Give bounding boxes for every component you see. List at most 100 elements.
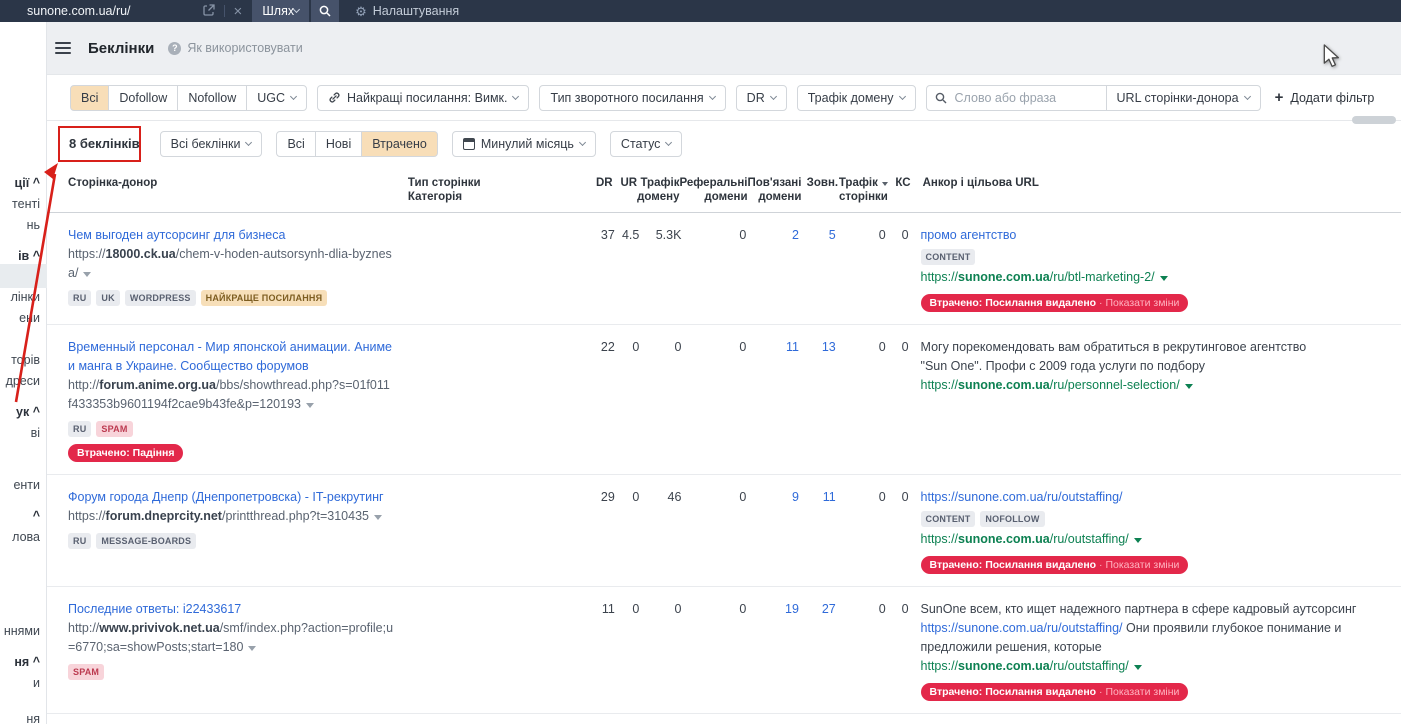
sidebar-item[interactable]: ени [19,311,40,325]
ext-value[interactable]: 11 [799,488,836,507]
sidebar-item[interactable]: лова [12,530,40,544]
donor-url-scope-button[interactable]: URL сторінки-донора [1106,85,1261,111]
expand-caret-icon[interactable] [374,515,382,520]
sidebar-item[interactable]: ня [26,712,40,724]
target-url-link[interactable]: https://sunone.com.ua/ru/btl-marketing-2… [921,268,1401,287]
status-filter-button[interactable]: Статус [610,131,683,157]
sidebar-item[interactable]: ів ^ [18,249,40,263]
target-url-link[interactable]: https://sunone.com.ua/ru/outstaffing/ [921,530,1401,549]
expand-caret-icon[interactable] [83,272,91,277]
sidebar-item[interactable]: лінки [11,290,40,304]
col-header-kc[interactable]: КС [888,176,911,190]
dr-filter-button[interactable]: DR [736,85,787,111]
sidebar-item[interactable]: дреси [6,374,40,388]
col-header-ur[interactable]: UR [613,176,637,190]
linked_domains-value[interactable]: 2 [746,226,799,245]
menu-icon[interactable] [55,42,71,54]
ext-value[interactable]: 5 [799,226,836,245]
settings-button[interactable]: ⚙ Налаштування [355,4,459,18]
sidebar-item[interactable]: енти [13,478,40,492]
expand-caret-icon[interactable] [1160,276,1168,281]
source-url-link[interactable]: http://forum.anime.org.ua/bbs/showthread… [68,376,393,414]
source-title-link[interactable]: Последние ответы: i22433617 [68,600,393,619]
follow-tab-ugc[interactable]: UGC [246,85,307,111]
status-tab-нові[interactable]: Нові [315,131,362,157]
help-icon[interactable]: ? [168,42,181,55]
col-header-anchor[interactable]: Анкор і цільова URL [911,176,1401,190]
best-links-filter-button[interactable]: Найкращі посилання: Вимк. [317,85,529,111]
anchor-plain-text: SunOne всем, кто ищет надежного партнера… [921,602,1357,616]
linked_domains-value[interactable]: 9 [746,488,799,507]
target-url-link[interactable]: https://sunone.com.ua/ru/outstaffing/ [921,657,1401,676]
app-window: sunone.com.ua/ru/ × Шлях ⚙ Налаштування … [0,0,1401,724]
col-header-linked-domains[interactable]: Пов'язанідомени [748,176,802,204]
ext-value[interactable]: 27 [799,600,836,619]
period-button[interactable]: Минулий місяць [452,131,596,157]
keyword-search-input[interactable] [953,90,1093,106]
tag-badge: SPAM [68,664,104,680]
expand-caret-icon[interactable] [1185,384,1193,389]
sidebar-item[interactable]: ук ^ [16,405,40,419]
close-icon[interactable]: × [234,4,243,19]
follow-tab-всі[interactable]: Всі [70,85,109,111]
kc-value: 0 [886,338,909,357]
anchor-cell: https://sunone.com.ua/ru/outstaffing/CON… [909,488,1401,574]
linked_domains-value[interactable]: 19 [746,600,799,619]
col-header-external[interactable]: Зовн. [801,176,838,190]
path-mode-button[interactable]: Шлях [252,0,309,22]
col-header-type[interactable]: Тип сторінкиКатегорія [408,176,578,204]
source-url-link[interactable]: https://18000.ck.ua/chem-v-hoden-autsors… [68,245,393,283]
sidebar-active-item[interactable] [0,264,47,288]
target-url[interactable]: sunone.com.ua/ru/ [27,4,131,18]
chevron-down-icon [898,92,905,99]
sidebar-item[interactable]: ня ^ [14,655,40,669]
sidebar-item[interactable]: тенті [12,197,40,211]
ext-value[interactable]: 13 [799,338,836,357]
show-changes-link[interactable]: · Показати зміни [1096,297,1179,309]
sidebar-item[interactable]: и [33,676,40,690]
linked_domains-value[interactable]: 11 [746,338,799,357]
source-url-link[interactable]: http://www.privivok.net.ua/smf/index.php… [68,619,393,657]
external-link-icon[interactable] [203,4,215,18]
source-title-link[interactable]: Чем выгоден аутсорсинг для бизнеса [68,226,393,245]
chevron-down-icon [245,138,252,145]
backlink-type-filter-button[interactable]: Тип зворотного посилання [539,85,725,111]
col-header-domain-traffic[interactable]: Трафікдомену [637,176,679,204]
sidebar-item[interactable]: ннями [4,624,40,638]
col-header-page-traffic[interactable]: Трафіксторінки [838,176,888,204]
sidebar-item[interactable]: торів [11,353,40,367]
col-header-source[interactable]: Сторінка-донор [68,176,408,190]
anchor-link[interactable]: промо агентство [921,228,1017,242]
source-title-link[interactable]: Временный персонал - Мир японской анимац… [68,338,393,376]
follow-tab-nofollow[interactable]: Nofollow [177,85,247,111]
anchor-link[interactable]: https://sunone.com.ua/ru/outstaffing/ [921,621,1123,635]
domain-traffic-filter-button[interactable]: Трафік домену [797,85,916,111]
follow-tab-dofollow[interactable]: Dofollow [108,85,178,111]
group-by-button[interactable]: Всі беклінки [160,131,263,157]
anchor-badges: CONTENTNOFOLLOW [921,511,1401,527]
source-url-link[interactable]: https://forum.dneprcity.net/printthread.… [68,507,393,526]
expand-caret-icon[interactable] [1134,665,1142,670]
source-cell: Последние ответы: i22433617http://www.pr… [68,600,409,680]
sidebar-item[interactable]: ^ [33,509,40,523]
status-tab-всі[interactable]: Всі [276,131,315,157]
col-header-ref-domains[interactable]: Реферальнідомени [679,176,747,204]
sidebar-item[interactable]: ві [31,426,40,440]
add-filter-button[interactable]: +Додати фільтр [1275,90,1375,105]
show-changes-link[interactable]: · Показати зміни [1096,686,1179,698]
status-tab-втрачено[interactable]: Втрачено [361,131,438,157]
show-changes-link[interactable]: · Показати зміни [1096,559,1179,571]
expand-caret-icon[interactable] [248,646,256,651]
expand-caret-icon[interactable] [1134,538,1142,543]
target-url-link[interactable]: https://sunone.com.ua/ru/personnel-selec… [921,376,1401,395]
sidebar-item[interactable]: ції ^ [15,176,40,190]
how-to-use-link[interactable]: Як використовувати [187,41,302,55]
source-title-link[interactable]: Форум города Днепр (Днепропетровска) - I… [68,488,393,507]
search-button[interactable] [311,0,339,22]
keyword-search-group: URL сторінки-донора [926,85,1261,111]
col-header-dr[interactable]: DR [578,176,613,190]
anchor-link[interactable]: https://sunone.com.ua/ru/outstaffing/ [921,490,1123,504]
expand-caret-icon[interactable] [306,403,314,408]
scrollbar-thumb[interactable] [1352,116,1396,124]
sidebar-item[interactable]: нь [27,218,40,232]
